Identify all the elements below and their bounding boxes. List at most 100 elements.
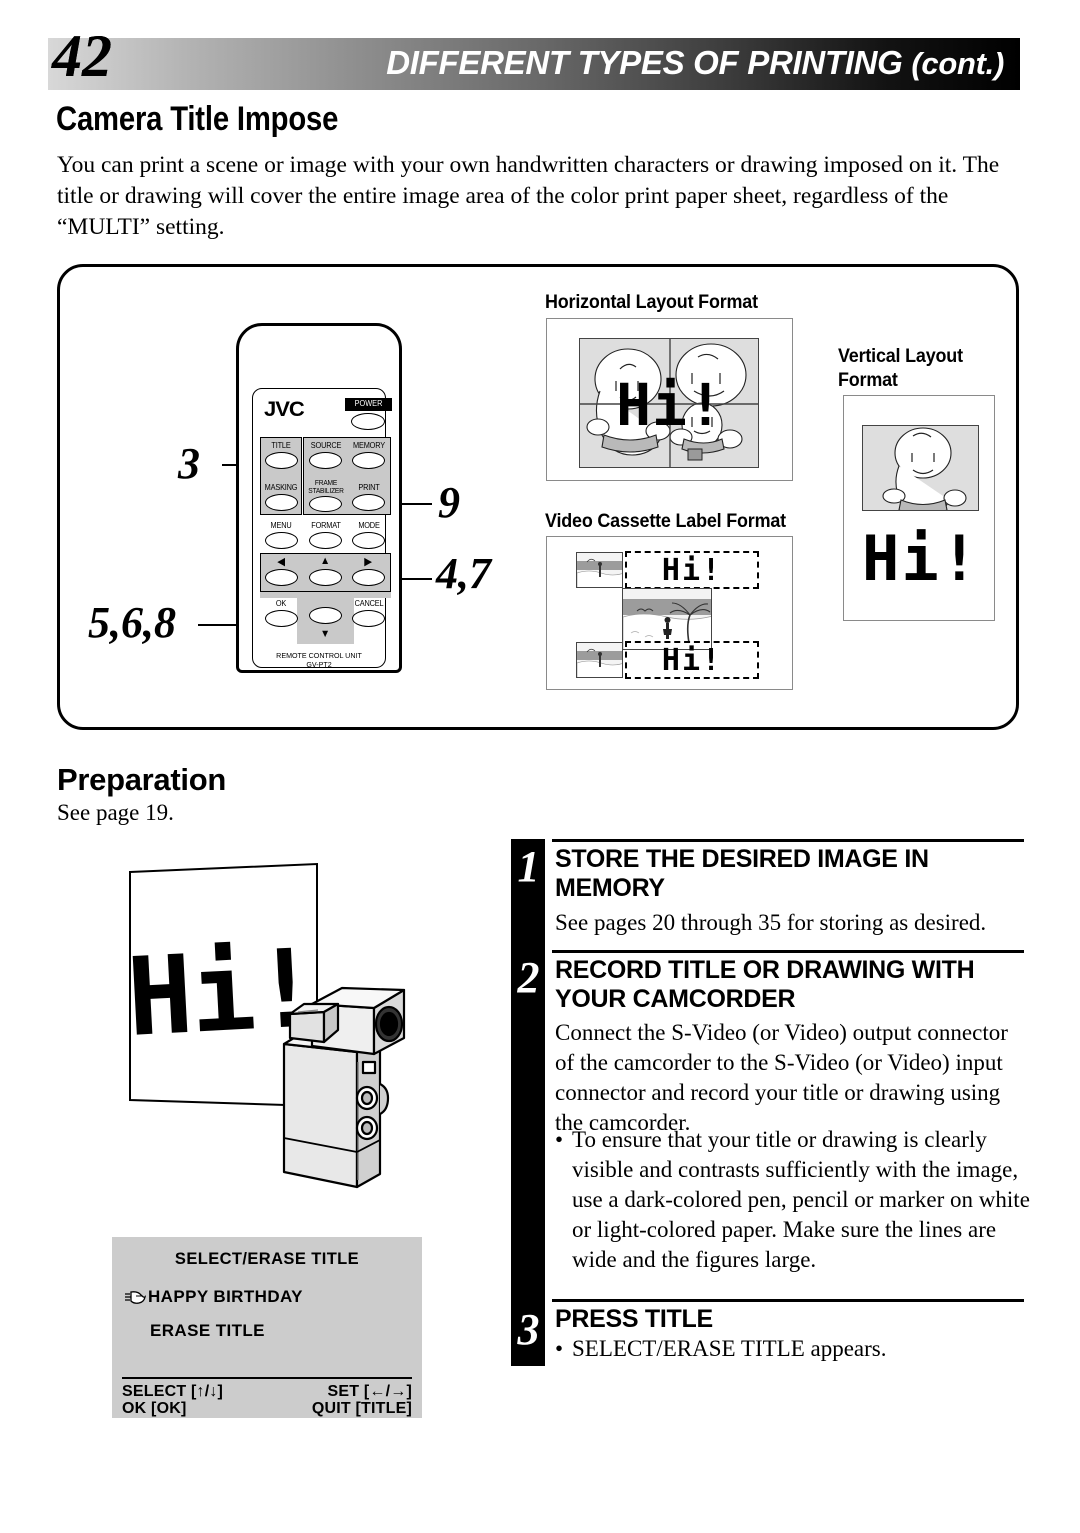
remote-footer-line2: GV-PT2 xyxy=(306,660,332,669)
step-2-rule xyxy=(552,950,1024,953)
right-arrow-button[interactable] xyxy=(352,569,385,586)
lcd-display: SELECT/ERASE TITLE HAPPY BIRTHDAY ERASE … xyxy=(112,1237,422,1418)
cassette-overlay-top: Hi! xyxy=(661,553,723,588)
masking-button[interactable] xyxy=(265,494,298,511)
step-3-bullet-text: SELECT/ERASE TITLE appears. xyxy=(572,1336,887,1361)
lcd-divider xyxy=(122,1377,412,1380)
camcorder-paper-svg: Hi! xyxy=(124,862,406,1189)
page-title: Camera Title Impose xyxy=(56,100,339,138)
svg-text:Hi!: Hi! xyxy=(616,371,724,439)
beach-thumb-top xyxy=(577,553,622,587)
masking-button-label: MASKING xyxy=(264,483,298,492)
step-2-heading: RECORD TITLE OR DRAWING WITH YOUR CAMCOR… xyxy=(555,956,975,1013)
stabilizer-label: STABILIZER xyxy=(308,486,344,495)
format-button[interactable] xyxy=(309,532,342,549)
title-button-label: TITLE xyxy=(271,441,291,450)
step-1-rule xyxy=(552,839,1024,842)
lcd-menu-item-erase[interactable]: ERASE TITLE xyxy=(150,1321,265,1341)
dpad-group-bottom-right xyxy=(354,592,391,598)
header-title-main: DIFFERENT TYPES OF PRINTING xyxy=(386,44,903,82)
bullet-dot-icon: • xyxy=(555,1127,564,1152)
step-1-heading: STORE THE DESIRED IMAGE IN MEMORY xyxy=(555,845,929,902)
steps-sidebar xyxy=(511,839,545,1366)
frame-stabilizer-button[interactable] xyxy=(309,496,342,512)
step-2-bullet-text: To ensure that your title or drawing is … xyxy=(572,1127,1030,1272)
print-button[interactable] xyxy=(352,494,385,511)
callout-47: 4,7 xyxy=(436,549,491,598)
vertical-layout-label-line2: Format xyxy=(838,369,898,391)
up-arrow-icon: ▲ xyxy=(320,555,330,567)
title-button[interactable] xyxy=(265,452,298,469)
power-button[interactable] xyxy=(351,413,385,430)
source-button-label: SOURCE xyxy=(310,441,342,450)
lcd-title: SELECT/ERASE TITLE xyxy=(174,1250,360,1268)
source-button[interactable] xyxy=(309,452,342,469)
power-label-box: POWER xyxy=(345,398,392,411)
memory-button[interactable] xyxy=(352,452,385,469)
horizontal-photo-grid: Hi! xyxy=(579,338,759,468)
callout-9: 9 xyxy=(438,478,460,527)
intro-paragraph: You can print a scene or image with your… xyxy=(57,152,1000,240)
manual-page: DIFFERENT TYPES OF PRINTING (cont.) 42 C… xyxy=(0,0,1080,1533)
step-2-bullet: • To ensure that your title or drawing i… xyxy=(555,1125,1031,1275)
menu-button-label: MENU xyxy=(270,521,292,530)
mode-button[interactable] xyxy=(352,532,385,549)
vertical-photo xyxy=(862,425,979,511)
cancel-button-label: CANCEL xyxy=(354,599,384,608)
horizontal-layout-label: Horizontal Layout Format xyxy=(545,291,758,313)
cassette-thumb-top xyxy=(576,552,623,588)
remote-footer-line1: REMOTE CONTROL UNIT xyxy=(276,651,362,660)
header-title-cont: (cont.) xyxy=(911,46,1004,82)
step-3-rule xyxy=(552,1299,1024,1302)
right-arrow-icon: ▶ xyxy=(364,556,372,568)
print-button-label: PRINT xyxy=(358,483,380,492)
baby-collage-illustration: Hi! xyxy=(580,339,758,467)
cancel-button[interactable] xyxy=(352,610,385,627)
cassette-label-title: Video Cassette Label Format xyxy=(545,510,786,532)
camcorder-illustration: Hi! xyxy=(112,862,432,1192)
preparation-text: See page 19. xyxy=(57,800,174,825)
bullet-dot-icon-3: • xyxy=(555,1336,564,1361)
callout-568: 5,6,8 xyxy=(88,598,176,647)
cassette-overlay-bottom: Hi! xyxy=(661,643,723,678)
cassette-thumb-bottom xyxy=(576,642,623,678)
menu-button[interactable] xyxy=(265,532,298,549)
step-1-body: See pages 20 through 35 for storing as d… xyxy=(555,910,987,935)
dpad-group-bottom-left xyxy=(260,592,297,598)
up-arrow-button[interactable] xyxy=(309,569,342,586)
pointing-hand-icon xyxy=(124,1289,148,1309)
header-title: DIFFERENT TYPES OF PRINTING (cont.) xyxy=(386,44,1004,82)
vertical-layout-label-line1: Vertical Layout xyxy=(838,345,963,367)
step-2-body: Connect the S-Video (or Video) output co… xyxy=(555,1020,1008,1135)
lcd-footer-select: SELECT [↑/↓] xyxy=(122,1383,224,1400)
preparation-heading: Preparation xyxy=(57,762,226,797)
hand-pointer-glyph xyxy=(125,1291,147,1304)
down-arrow-button[interactable] xyxy=(309,607,342,624)
lcd-footer-quit: QUIT [TITLE] xyxy=(311,1400,412,1417)
callout-3: 3 xyxy=(178,439,200,488)
ok-button-label: OK xyxy=(275,599,287,608)
vertical-overlay-text: Hi! xyxy=(862,522,980,595)
lcd-menu-item-selected[interactable]: HAPPY BIRTHDAY xyxy=(124,1287,303,1309)
memory-button-label: MEMORY xyxy=(353,441,385,450)
header-bar: DIFFERENT TYPES OF PRINTING (cont.) xyxy=(48,38,1020,90)
step-3-number: 3 xyxy=(517,1305,540,1354)
step-2-number: 2 xyxy=(517,953,540,1002)
jvc-logo: JVC xyxy=(264,398,305,421)
down-arrow-icon: ▼ xyxy=(320,628,330,640)
lcd-footer-ok: OK [OK] xyxy=(122,1400,187,1417)
baby-illustration-vertical xyxy=(863,426,978,510)
step-3-heading: PRESS TITLE xyxy=(555,1305,713,1333)
left-arrow-button[interactable] xyxy=(265,569,298,586)
lcd-item-label: HAPPY BIRTHDAY xyxy=(148,1287,303,1306)
mode-button-label: MODE xyxy=(358,521,380,530)
page-number: 42 xyxy=(52,23,112,89)
ok-button[interactable] xyxy=(265,610,298,627)
lcd-footer-set: SET [←/→] xyxy=(327,1383,412,1400)
left-arrow-icon: ◀ xyxy=(277,556,285,568)
step-1-number: 1 xyxy=(517,842,540,891)
power-label: POWER xyxy=(354,399,383,408)
format-button-label: FORMAT xyxy=(311,521,341,530)
beach-thumb-bottom xyxy=(577,643,622,677)
step-3-bullet: • SELECT/ERASE TITLE appears. xyxy=(555,1334,1031,1364)
